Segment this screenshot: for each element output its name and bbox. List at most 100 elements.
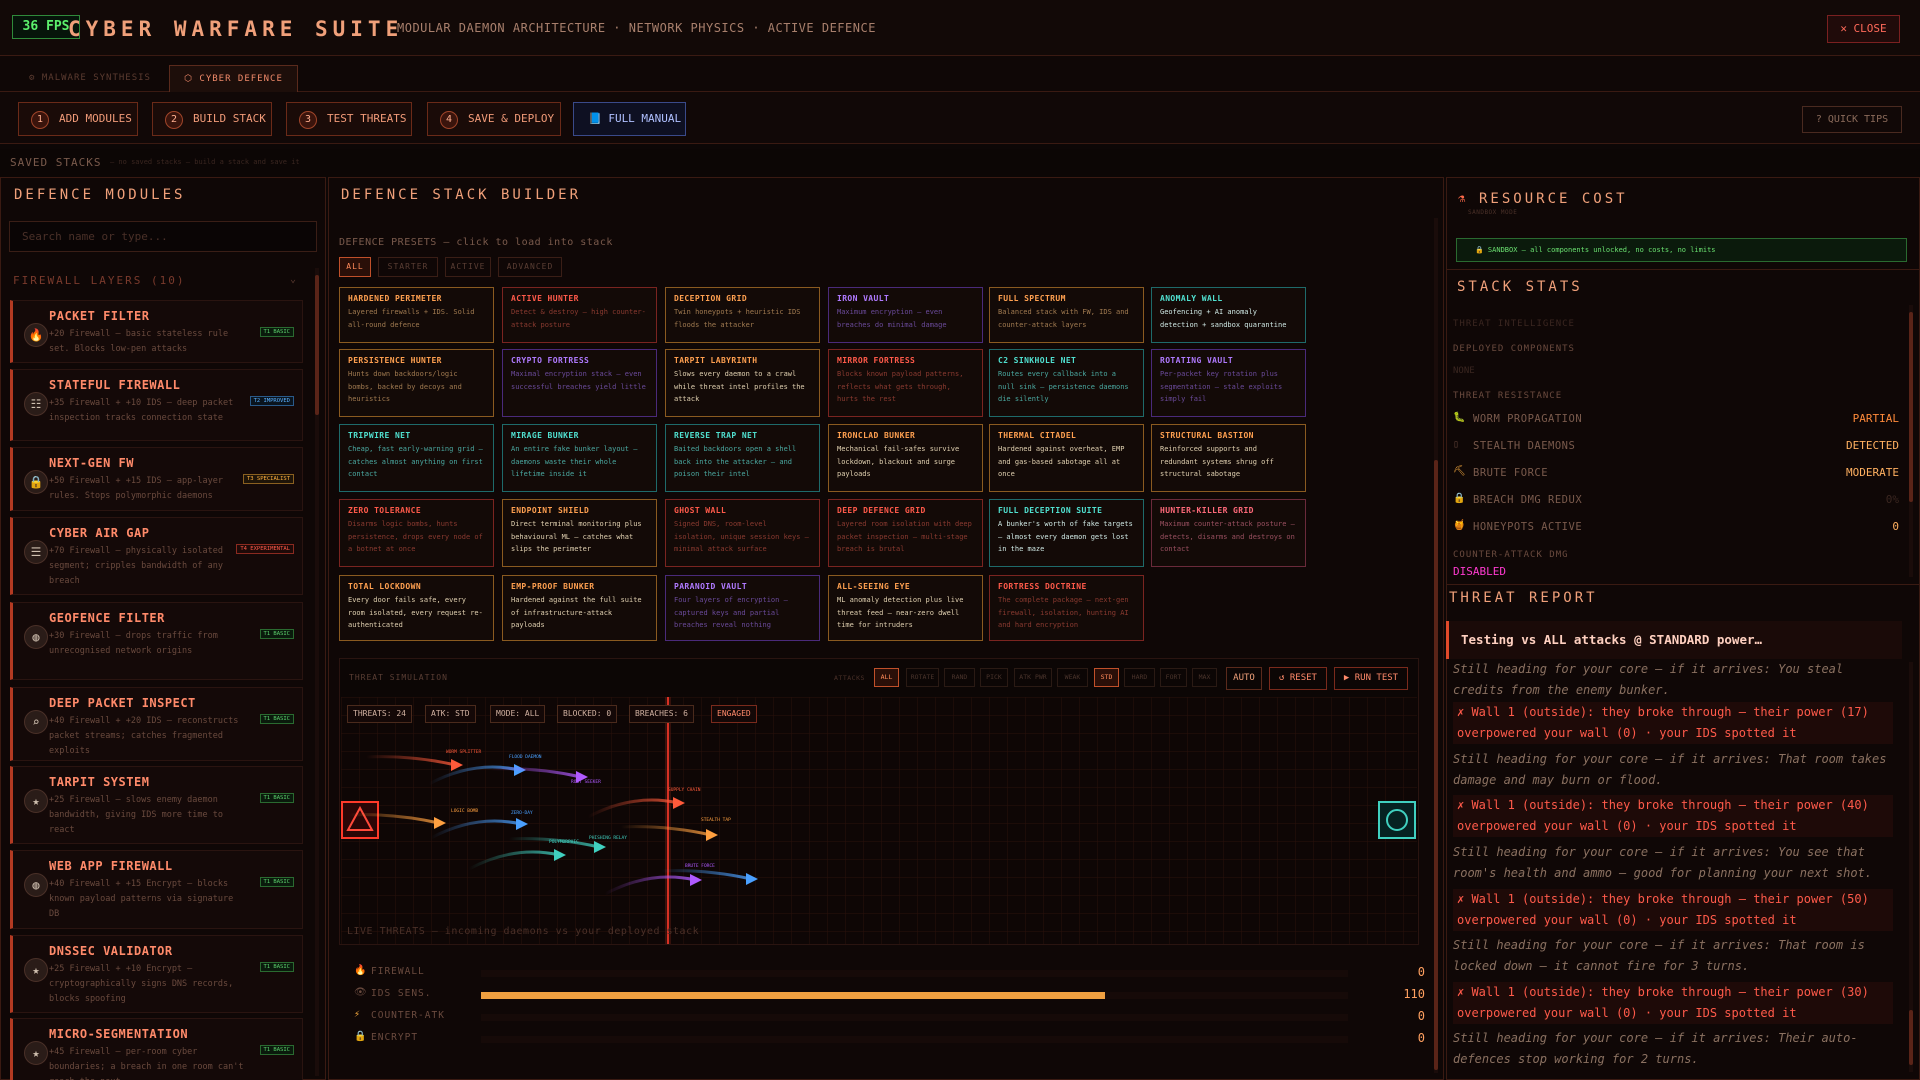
- preset-card[interactable]: TOTAL LOCKDOWN Every door fails safe, eve…: [339, 575, 494, 641]
- preset-filter-starter[interactable]: STARTER: [378, 257, 438, 277]
- preset-card[interactable]: FULL DECEPTION SUITE A bunker's worth of …: [989, 499, 1144, 567]
- quick-tips-button[interactable]: ? QUICK TIPS: [1802, 106, 1902, 133]
- module-card[interactable]: ★ DNSSEC VALIDATOR +25 Firewall + +10 Encr…: [10, 935, 303, 1013]
- module-card[interactable]: ◍ GEOFENCE FILTER +30 Firewall — drops tra…: [10, 602, 303, 680]
- full-manual-button[interactable]: 📘 FULL MANUAL: [573, 102, 686, 136]
- module-card[interactable]: ⌕ DEEP PACKET INSPECT +40 Firewall + +20 I…: [10, 687, 303, 761]
- module-card[interactable]: ☷ STATEFUL FIREWALL +35 Firewall + +10 IDS…: [10, 369, 303, 441]
- preset-filter-all[interactable]: ALL: [339, 257, 371, 277]
- close-button[interactable]: ✕ CLOSE: [1827, 15, 1900, 43]
- preset-card[interactable]: DEEP DEFENCE GRID Layered room isolation …: [828, 499, 983, 567]
- attack-filter-button[interactable]: ALL: [874, 668, 899, 687]
- saved-stacks-label: SAVED STACKS: [10, 156, 102, 169]
- preset-card[interactable]: EMP-PROOF BUNKER Hardened against the ful…: [502, 575, 657, 641]
- stack-builder-scroll-thumb[interactable]: [1434, 460, 1438, 1070]
- tab-cyber-defence[interactable]: ⬡ CYBER DEFENCE: [169, 65, 298, 92]
- tab-malware-synthesis[interactable]: ⚙ MALWARE SYNTHESIS: [18, 65, 162, 92]
- preset-card[interactable]: PARANOID VAULT Four layers of encryption …: [665, 575, 820, 641]
- preset-card[interactable]: TARPIT LABYRINTH Slows every daemon to a …: [665, 349, 820, 417]
- threat-report-breach: ✗ Wall 1 (outside): they broke through —…: [1453, 982, 1893, 1024]
- module-list-scroll-thumb[interactable]: [315, 275, 319, 415]
- auto-button[interactable]: AUTO: [1226, 667, 1262, 690]
- preset-card[interactable]: HUNTER-KILLER GRID Maximum counter-attack…: [1151, 499, 1306, 567]
- resistance-value: MODERATE: [1846, 466, 1899, 479]
- lock-icon: 🔒: [354, 1031, 367, 1042]
- stat-row: 🔥 FIREWALL 0: [351, 965, 1425, 981]
- stat-row: 👁 IDS SENS. 110: [351, 987, 1425, 1003]
- module-card[interactable]: ☰ CYBER AIR GAP +70 Firewall — physically …: [10, 517, 303, 595]
- sim-status-chip: THREATS: 24: [347, 705, 412, 723]
- preset-card[interactable]: C2 SINKHOLE NET Routes every callback int…: [989, 349, 1144, 417]
- preset-description: The complete package — next-gen firewall…: [998, 596, 1129, 629]
- eye-icon: 👁: [354, 987, 367, 998]
- module-card[interactable]: ◍ WEB APP FIREWALL +40 Firewall + +15 Encr…: [10, 850, 303, 929]
- module-card[interactable]: ★ TARPIT SYSTEM +25 Firewall — slows enemy…: [10, 766, 303, 844]
- preset-card[interactable]: HARDENED PERIMETER Layered firewalls + ID…: [339, 287, 494, 343]
- attack-filter-button[interactable]: STD: [1094, 668, 1119, 687]
- preset-card[interactable]: MIRROR FORTRESS Blocks known payload patt…: [828, 349, 983, 417]
- stats-scroll-thumb[interactable]: [1909, 312, 1913, 502]
- preset-card[interactable]: MIRAGE BUNKER An entire fake bunker layou…: [502, 424, 657, 492]
- preset-card[interactable]: ZERO TOLERANCE Disarms logic bombs, hunts…: [339, 499, 494, 567]
- attack-filter-button[interactable]: RAND: [944, 668, 975, 687]
- stat-bar-track: [481, 1036, 1348, 1043]
- attack-filter-button[interactable]: PICK: [980, 668, 1008, 687]
- module-search-input[interactable]: Search name or type...: [9, 221, 317, 252]
- step-add-modules-button[interactable]: 1 ADD MODULES: [18, 102, 138, 136]
- chevron-down-icon[interactable]: ⌄: [290, 274, 296, 285]
- preset-card[interactable]: TRIPWIRE NET Cheap, fast early-warning gr…: [339, 424, 494, 492]
- step-test-threats-button[interactable]: 3 TEST THREATS: [286, 102, 412, 136]
- preset-card[interactable]: REVERSE TRAP NET Baited backdoors open a …: [665, 424, 820, 492]
- module-card[interactable]: 🔒 NEXT-GEN FW +50 Firewall + +15 IDS — app…: [10, 447, 303, 511]
- resistance-name: BRUTE FORCE: [1473, 467, 1549, 479]
- attack-filter-button[interactable]: ROTATE: [906, 668, 939, 687]
- attack-filter-button[interactable]: HARD: [1124, 668, 1155, 687]
- preset-card[interactable]: ANOMALY WALL Geofencing + AI anomaly dete…: [1151, 287, 1306, 343]
- preset-card[interactable]: GHOST WALL Signed DNS, room-level isolati…: [665, 499, 820, 567]
- module-name: MICRO-SEGMENTATION: [49, 1027, 189, 1041]
- module-name: DNSSEC VALIDATOR: [49, 944, 173, 958]
- attack-filter-button[interactable]: MAX: [1192, 668, 1217, 687]
- preset-card[interactable]: FULL SPECTRUM Balanced stack with FW, IDS…: [989, 287, 1144, 343]
- preset-card[interactable]: ROTATING VAULT Per-packet key rotation pl…: [1151, 349, 1306, 417]
- preset-name: DEEP DEFENCE GRID: [837, 506, 926, 515]
- module-name: CYBER AIR GAP: [49, 526, 150, 540]
- firewall-layers-group[interactable]: FIREWALL LAYERS (10): [13, 274, 185, 287]
- module-description: +20 Firewall — basic stateless rule set.…: [49, 329, 229, 354]
- threat-resistance-row: ▯ STEALTH DAEMONS DETECTED: [1453, 439, 1899, 457]
- preset-card[interactable]: IRON VAULT Maximum encryption — even brea…: [828, 287, 983, 343]
- threat-report-breach: ✗ Wall 1 (outside): they broke through —…: [1453, 795, 1893, 837]
- preset-name: THERMAL CITADEL: [998, 431, 1077, 440]
- preset-card[interactable]: THERMAL CITADEL Hardened against overheat…: [989, 424, 1144, 492]
- preset-card[interactable]: CRYPTO FORTRESS Maximal encryption stack …: [502, 349, 657, 417]
- preset-card[interactable]: DECEPTION GRID Twin honeypots + heuristic…: [665, 287, 820, 343]
- step-save-deploy-button[interactable]: 4 SAVE & DEPLOY: [427, 102, 561, 136]
- threat-simulation-canvas[interactable]: WORM SPLITTER FLOOD DAEMON ROOT SEEKER SUPP…: [341, 697, 1417, 944]
- report-scroll-thumb[interactable]: [1909, 1010, 1913, 1065]
- step-build-stack-button[interactable]: 2 BUILD STACK: [152, 102, 272, 136]
- preset-card[interactable]: IRONCLAD BUNKER Mechanical fail-safes sur…: [828, 424, 983, 492]
- run-test-button[interactable]: ▶ RUN TEST: [1334, 667, 1408, 690]
- module-card[interactable]: ★ MICRO-SEGMENTATION +45 Firewall — per-ro…: [10, 1018, 303, 1080]
- attack-filter-button[interactable]: WEAK: [1057, 668, 1088, 687]
- preset-card[interactable]: STRUCTURAL BASTION Reinforced supports an…: [1151, 424, 1306, 492]
- preset-card[interactable]: ENDPOINT SHIELD Direct terminal monitorin…: [502, 499, 657, 567]
- reset-button[interactable]: ↺ RESET: [1269, 667, 1327, 690]
- preset-card[interactable]: ALL-SEEING EYE ML anomaly detection plus …: [828, 575, 983, 641]
- sandbox-mode-label: SANDBOX MODE: [1468, 209, 1518, 216]
- preset-card[interactable]: PERSISTENCE HUNTER Hunts down backdoors/l…: [339, 349, 494, 417]
- module-card[interactable]: 🔥 PACKET FILTER +20 Firewall — basic state…: [10, 300, 303, 363]
- resistance-name: HONEYPOTS ACTIVE: [1473, 521, 1583, 533]
- attack-filter-button[interactable]: ATK PWR: [1014, 668, 1052, 687]
- attack-filter-button[interactable]: FORT: [1160, 668, 1187, 687]
- preset-card[interactable]: ACTIVE HUNTER Detect & destroy — high cou…: [502, 287, 657, 343]
- preset-filter-active[interactable]: ACTIVE: [445, 257, 491, 277]
- preset-name: TOTAL LOCKDOWN: [348, 582, 422, 591]
- threat-report-info: Still heading for your core — if it arri…: [1453, 662, 1844, 697]
- threat-label: ZERO-DAY: [511, 810, 533, 816]
- preset-filter-advanced[interactable]: ADVANCED: [498, 257, 562, 277]
- defence-modules-title: DEFENCE MODULES: [14, 187, 186, 203]
- core-node-icon: [1378, 801, 1416, 839]
- step-number: 4: [440, 111, 458, 129]
- preset-card[interactable]: FORTRESS DOCTRINE The complete package — …: [989, 575, 1144, 641]
